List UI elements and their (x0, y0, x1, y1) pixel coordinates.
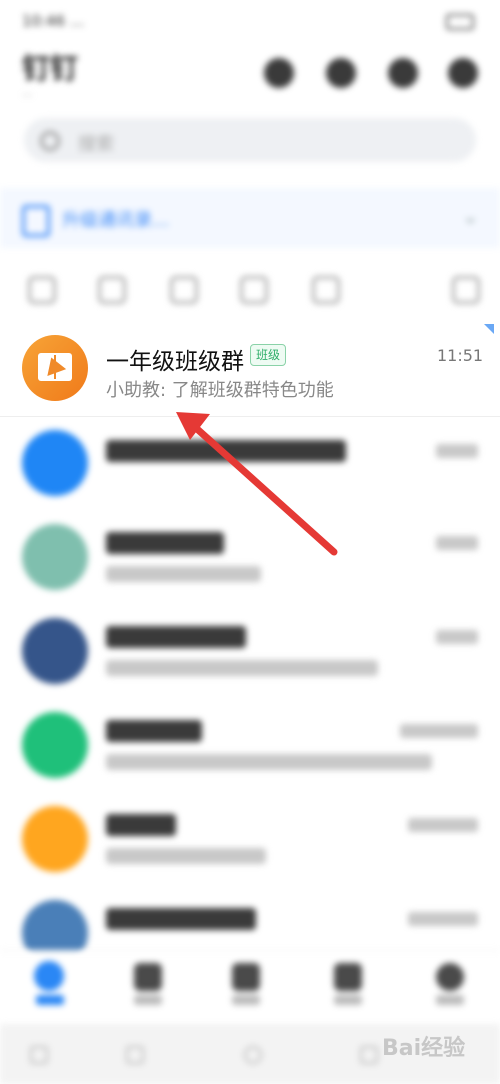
bottom-tab-bar (0, 950, 500, 1023)
phone-icon[interactable] (388, 58, 418, 88)
chat-name-blurred (106, 720, 202, 742)
search-placeholder: 搜索 (78, 134, 114, 155)
recents-icon[interactable] (360, 1046, 378, 1064)
contacts-tab-icon[interactable] (334, 963, 362, 991)
home-icon[interactable] (244, 1046, 262, 1064)
class-group-avatar (22, 335, 88, 401)
chat-preview-blurred (106, 848, 266, 864)
chat-name: 一年级班级群 (106, 349, 244, 375)
avatar (22, 712, 88, 778)
filter-icon[interactable] (312, 276, 340, 304)
list-item[interactable] (0, 698, 500, 792)
profile-tab-icon[interactable] (436, 963, 464, 991)
list-item[interactable] (0, 604, 500, 698)
chat-time-blurred (400, 724, 478, 738)
tab-label (134, 995, 162, 1005)
filter-icon[interactable] (170, 276, 198, 304)
chat-time-blurred (436, 536, 478, 550)
quick-filter-row (0, 262, 500, 312)
filter-icon[interactable] (240, 276, 268, 304)
page-subtitle: ... (22, 86, 33, 99)
chat-preview: 小助教: 了解班级群特色功能 (106, 380, 334, 401)
chat-preview-blurred (106, 754, 432, 770)
chat-time-blurred (408, 818, 478, 832)
banner-text: 升级通讯录... (62, 210, 170, 231)
chat-name-blurred (106, 908, 256, 930)
status-time: 10:46 ... (22, 12, 85, 30)
contacts-icon (22, 205, 50, 237)
chevron-down-icon[interactable]: ⌄ (462, 204, 479, 228)
tab-label (334, 995, 362, 1005)
search-icon (40, 131, 60, 151)
battery-icon (446, 14, 474, 30)
plus-icon[interactable] (448, 58, 478, 88)
chat-name-blurred (106, 626, 246, 648)
filter-icon[interactable] (98, 276, 126, 304)
chat-name-blurred (106, 440, 346, 462)
list-item[interactable] (0, 792, 500, 886)
chat-preview-blurred (106, 660, 378, 676)
chat-name-blurred (106, 814, 176, 836)
nav-icon[interactable] (126, 1046, 144, 1064)
chat-name-blurred (106, 532, 224, 554)
tab-label (232, 995, 260, 1005)
chat-time: 11:51 (437, 346, 484, 365)
ding-icon[interactable] (326, 58, 356, 88)
filter-icon[interactable] (28, 276, 56, 304)
chat-time-blurred (408, 912, 478, 926)
more-icon[interactable] (452, 276, 480, 304)
avatar (22, 618, 88, 684)
pin-marker-icon (484, 324, 494, 334)
class-tag-badge: 班级 (250, 344, 287, 366)
message-tab-icon[interactable] (34, 961, 64, 991)
work-notice-avatar (22, 430, 88, 496)
status-bar: 10:46 ... (0, 0, 500, 40)
camera-icon[interactable] (264, 58, 294, 88)
upgrade-banner[interactable]: 升级通讯录... ⌄ (0, 188, 500, 248)
list-item[interactable] (0, 416, 500, 510)
tab-label (36, 995, 64, 1005)
avatar (22, 806, 88, 872)
list-item[interactable] (0, 510, 500, 604)
watermark: Bai经验 (382, 1036, 466, 1061)
chat-time-blurred (436, 444, 478, 458)
page-title: 钉钉 (22, 52, 79, 85)
app-header: 钉钉 ... (0, 40, 500, 110)
chat-preview-blurred (106, 566, 261, 582)
nav-icon[interactable] (30, 1046, 48, 1064)
docs-tab-icon[interactable] (134, 963, 162, 991)
chat-time-blurred (436, 630, 478, 644)
avatar (22, 524, 88, 590)
search-input[interactable]: 搜索 (24, 118, 476, 162)
tab-label (436, 995, 464, 1005)
workbench-tab-icon[interactable] (232, 963, 260, 991)
